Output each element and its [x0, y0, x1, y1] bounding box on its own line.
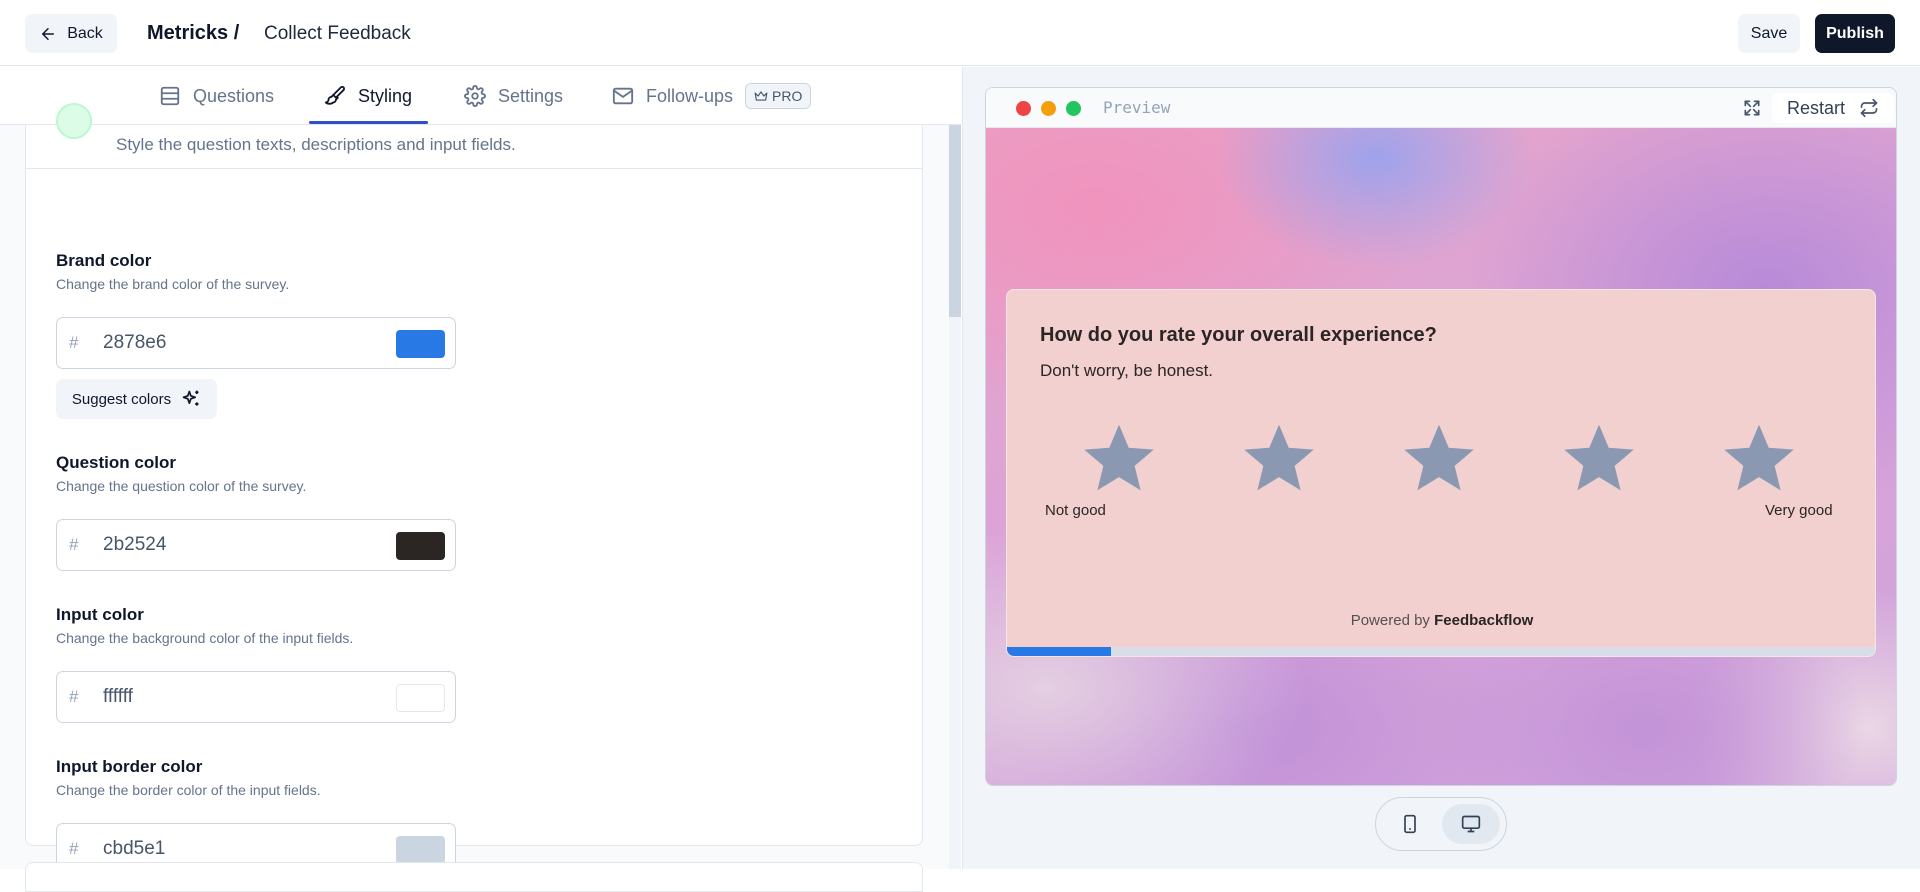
progress-fill: [1007, 647, 1112, 656]
editor-panel: Questions Styling Settings Follow-ups PR…: [0, 67, 961, 892]
question-color-input[interactable]: # 2b2524: [56, 519, 456, 571]
color-swatch[interactable]: [396, 330, 445, 358]
field-label: Question color: [56, 453, 176, 472]
breadcrumb-survey-name[interactable]: Collect Feedback: [264, 23, 411, 45]
rating-low-label: Not good: [1045, 502, 1106, 519]
color-value: cbd5e1: [103, 838, 166, 859]
star-icon[interactable]: [1241, 423, 1317, 495]
publish-button[interactable]: Publish: [1815, 14, 1895, 53]
hash-prefix: #: [69, 839, 79, 858]
section-status-icon: [56, 103, 92, 139]
preview-window: Preview Restart How do you rate your ove…: [985, 87, 1897, 786]
styling-card: Style the question texts, descriptions a…: [25, 103, 923, 875]
restart-button[interactable]: Restart: [1772, 93, 1894, 123]
active-tab-indicator: [309, 121, 428, 124]
preview-panel: Preview Restart How do you rate your ove…: [962, 67, 1920, 869]
next-section-card[interactable]: [25, 862, 923, 892]
desktop-view-button[interactable]: [1442, 804, 1500, 844]
scrollbar-thumb[interactable]: [949, 125, 961, 317]
smartphone-icon: [1404, 814, 1416, 834]
powered-by[interactable]: Powered by Feedbackflow: [1007, 612, 1875, 629]
expand-icon[interactable]: [1742, 98, 1762, 118]
field-description: Change the question color of the survey.: [56, 478, 307, 494]
suggest-label: Suggest colors: [71, 390, 172, 408]
powered-prefix: Powered by: [1350, 612, 1430, 629]
color-swatch[interactable]: [396, 836, 445, 864]
star-icon[interactable]: [1721, 423, 1797, 495]
question-color-field: Question color Change the question color…: [56, 453, 306, 494]
tab-settings[interactable]: Settings: [464, 67, 563, 125]
back-button[interactable]: Back: [25, 14, 117, 53]
survey-progress-bar: [1007, 647, 1875, 656]
color-swatch[interactable]: [396, 684, 445, 712]
top-bar: Back Metricks / Collect Feedback Save Pu…: [0, 0, 1920, 66]
field-label: Input color: [56, 605, 144, 624]
color-value: 2b2524: [103, 534, 167, 555]
tab-styling[interactable]: Styling: [324, 67, 412, 125]
input-color-input[interactable]: # ffffff: [56, 671, 456, 723]
field-description: Change the background color of the input…: [56, 630, 354, 646]
preview-title: Preview: [1103, 98, 1171, 117]
input-border-color-field: Input border color Change the border col…: [56, 757, 321, 798]
question-subheader: Don't worry, be honest.: [1040, 361, 1214, 380]
breadcrumb-root[interactable]: Metricks /: [147, 22, 239, 45]
arrow-left-icon: [42, 27, 55, 40]
color-value: 2878e6: [103, 332, 167, 353]
brand-color-input[interactable]: # 2878e6: [56, 317, 456, 369]
brand-color-field: Brand color Change the brand color of th…: [56, 251, 289, 292]
survey-card: How do you rate your overall experience?…: [1006, 289, 1876, 657]
tab-follow-ups[interactable]: Follow-ups PRO: [612, 67, 812, 125]
section-header: Style the question texts, descriptions a…: [26, 103, 922, 169]
back-label: Back: [67, 24, 103, 42]
color-swatch[interactable]: [396, 532, 445, 560]
device-toggle: [1375, 797, 1507, 851]
crown-icon: [754, 91, 768, 101]
sparkles-icon: [182, 390, 199, 406]
question-headline: How do you rate your overall experience?: [1040, 324, 1437, 346]
monitor-icon: [1461, 815, 1481, 833]
tab-label: Settings: [498, 85, 564, 106]
field-description: Change the brand color of the survey.: [56, 276, 290, 292]
hash-prefix: #: [69, 535, 79, 554]
field-label: Input border color: [56, 757, 203, 776]
hash-prefix: #: [69, 687, 79, 706]
powered-brand: Feedbackflow: [1434, 612, 1534, 629]
field-label: Brand color: [56, 251, 152, 270]
color-value: ffffff: [103, 686, 133, 707]
pro-label: PRO: [772, 88, 803, 104]
field-description: Change the border color of the input fie…: [56, 782, 321, 798]
rating-high-label: Very good: [1765, 502, 1833, 519]
tab-questions[interactable]: Questions: [159, 67, 274, 125]
pro-badge: PRO: [745, 83, 812, 109]
save-button[interactable]: Save: [1738, 14, 1800, 53]
tab-label: Styling: [358, 85, 413, 106]
list-icon: [160, 86, 180, 106]
window-dot-green: [1066, 101, 1081, 116]
mobile-view-button[interactable]: [1381, 804, 1439, 844]
star-icon[interactable]: [1561, 423, 1637, 495]
window-dot-yellow: [1041, 101, 1056, 116]
repeat-icon: [1860, 98, 1878, 118]
section-description: Style the question texts, descriptions a…: [116, 135, 516, 154]
suggest-colors-button[interactable]: Suggest colors: [56, 379, 217, 419]
mail-icon: [612, 87, 634, 105]
gear-icon: [464, 85, 486, 107]
preview-toolbar: Preview Restart: [986, 88, 1896, 128]
star-icon[interactable]: [1401, 423, 1477, 495]
window-dot-red: [1016, 101, 1031, 116]
input-color-field: Input color Change the background color …: [56, 605, 353, 646]
editor-scrollbar[interactable]: [949, 125, 961, 869]
star-icon[interactable]: [1081, 423, 1157, 495]
tab-label: Follow-ups: [646, 85, 734, 106]
paintbrush-icon: [324, 85, 345, 105]
hash-prefix: #: [69, 333, 79, 352]
restart-label: Restart: [1786, 97, 1846, 118]
editor-tabs: Questions Styling Settings Follow-ups PR…: [0, 67, 961, 125]
preview-background: How do you rate your overall experience?…: [986, 128, 1896, 785]
tab-label: Questions: [193, 85, 275, 106]
